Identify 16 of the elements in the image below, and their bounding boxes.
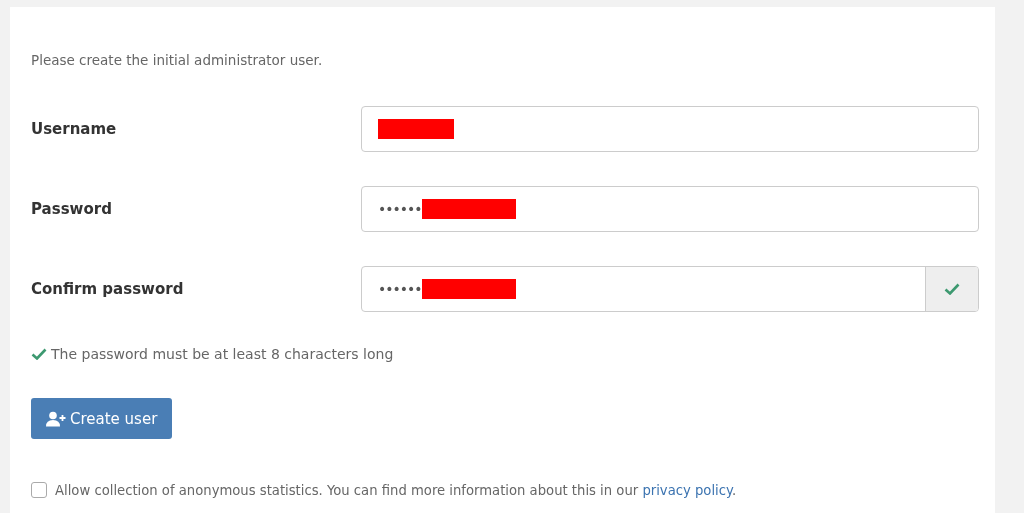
field-label: Confirm password <box>31 280 185 298</box>
check-icon <box>944 283 960 295</box>
masked-password: •••••• <box>378 201 422 217</box>
intro-text: Please create the initial administrator user. <box>31 52 324 68</box>
privacy-policy-link[interactable]: privacy policy <box>642 482 732 498</box>
input-field[interactable] <box>361 106 979 152</box>
field-label: Password <box>31 200 113 218</box>
create-user-button[interactable]: Create user <box>31 398 173 439</box>
consent-checkbox[interactable] <box>31 482 47 498</box>
input-field[interactable]: •••••• <box>361 266 979 312</box>
input-field[interactable]: •••••• <box>361 186 979 232</box>
field-label: Username <box>31 120 118 138</box>
masked-password: •••••• <box>378 281 422 297</box>
consent-text: Allow collection of anonymous statistics. You can find more information about this in our privacy policy. <box>55 482 737 498</box>
add-user-icon <box>46 410 66 427</box>
hint-text: The password must be at least 8 characters long <box>51 346 394 362</box>
